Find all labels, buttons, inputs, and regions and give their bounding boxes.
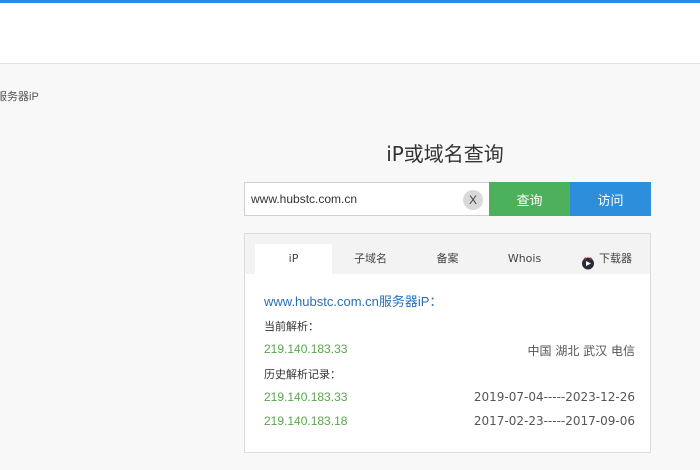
page-title: iP或域名查询 <box>386 142 504 166</box>
current-ip-location: 中国 湖北 武汉 电信 <box>527 344 635 358</box>
downloader-icon <box>581 252 595 270</box>
tab-whois[interactable]: Whois <box>486 244 563 274</box>
result-domain[interactable]: www.hubstc.com.cn <box>264 294 379 309</box>
result-heading: www.hubstc.com.cn服务器iP： <box>264 291 442 310</box>
search-box: X <box>244 182 489 216</box>
search-bar: X 查询 访问 <box>244 182 651 216</box>
history-label: 历史解析记录： <box>264 368 341 381</box>
domain-input[interactable] <box>245 183 489 215</box>
history-ip[interactable]: 219.140.183.18 <box>264 414 347 428</box>
breadcrumb[interactable]: 服务器iP <box>0 88 39 104</box>
tab-downloader[interactable]: 下载器 <box>563 244 650 274</box>
current-ip[interactable]: 219.140.183.33 <box>264 342 347 356</box>
header-bar <box>0 3 700 64</box>
history-ip[interactable]: 219.140.183.33 <box>264 390 347 404</box>
current-resolution-label: 当前解析： <box>264 320 319 333</box>
history-date-range: 2019-07-04-----2023-12-26 <box>473 390 635 404</box>
query-button[interactable]: 查询 <box>489 182 570 216</box>
visit-button[interactable]: 访问 <box>570 182 651 216</box>
result-panel: iP 子域名 备案 Whois 下载器 www.hubstc.com.cn服务器… <box>244 233 651 453</box>
tab-ip[interactable]: iP <box>255 244 332 274</box>
tab-bar: iP 子域名 备案 Whois 下载器 <box>245 234 650 274</box>
tab-icp[interactable]: 备案 <box>409 244 486 274</box>
clear-input-button[interactable]: X <box>463 190 483 210</box>
result-heading-suffix: 服务器iP： <box>378 294 443 309</box>
history-date-range: 2017-02-23-----2017-09-06 <box>473 414 635 428</box>
tab-downloader-label: 下载器 <box>599 252 632 265</box>
tab-subdomain[interactable]: 子域名 <box>332 244 409 274</box>
